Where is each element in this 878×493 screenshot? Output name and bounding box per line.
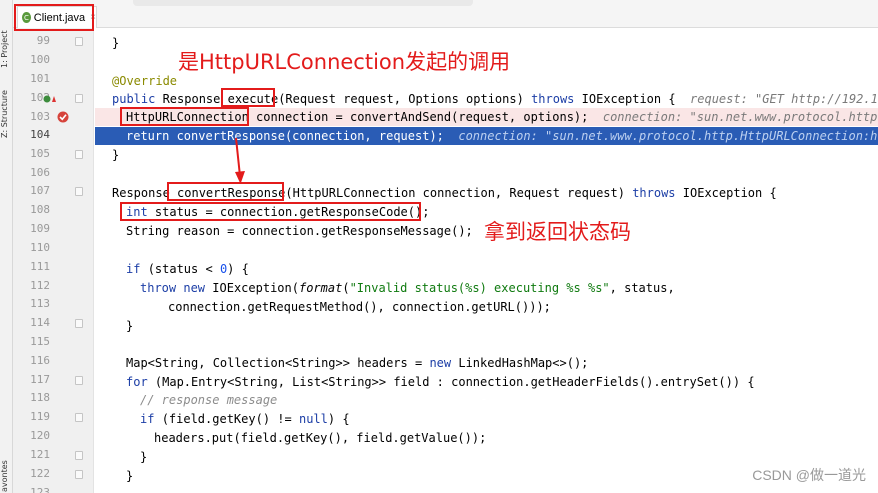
fold-toggle-icon[interactable] (75, 470, 83, 479)
line-number: 106 (30, 166, 50, 179)
annotation-text-top: 是HttpURLConnection发起的调用 (178, 50, 511, 74)
line-number: 122 (30, 467, 50, 480)
fold-toggle-icon[interactable] (75, 319, 83, 328)
line-number: 104 (30, 128, 50, 141)
breakpoint-icon[interactable] (56, 110, 70, 124)
code-line-102: public Response execute(Request request,… (112, 92, 878, 106)
line-number: 105 (30, 147, 50, 160)
line-number: 115 (30, 335, 50, 348)
line-number: 100 (30, 53, 50, 66)
fold-toggle-icon[interactable] (75, 37, 83, 46)
line-number: 121 (30, 448, 50, 461)
tool-window-strip: 1: Project Z: Structure avontes (0, 0, 13, 493)
line-number: 117 (30, 373, 50, 386)
line-number: 120 (30, 429, 50, 442)
code-line-105: } (112, 148, 120, 162)
toolbar-edge (133, 0, 473, 6)
favorites-tool-button[interactable]: avontes (0, 460, 13, 492)
code-line-116: Map<String, Collection<String>> headers … (126, 356, 589, 370)
line-number: 107 (30, 184, 50, 197)
line-number: 111 (30, 260, 50, 273)
line-number: 110 (30, 241, 50, 254)
fold-toggle-icon[interactable] (75, 187, 83, 196)
annotation-box-httpurlconnection (120, 107, 249, 126)
code-line-111: if (status < 0) { (126, 262, 249, 276)
watermark: CSDN @做一道光 (752, 467, 866, 483)
annotation-box-status (120, 202, 421, 221)
code-line-119: if (field.getKey() != null) { (140, 412, 350, 426)
annotation-box-convertresponse (167, 182, 284, 201)
code-line-112: throw new IOException(format("Invalid st… (140, 281, 675, 295)
line-number: 108 (30, 203, 50, 216)
line-number: 101 (30, 72, 50, 85)
annotation-box-tab (14, 4, 94, 31)
fold-toggle-icon[interactable] (75, 150, 83, 159)
line-number: 116 (30, 354, 50, 367)
line-number: 109 (30, 222, 50, 235)
fold-toggle-icon[interactable] (75, 451, 83, 460)
fold-toggle-icon[interactable] (75, 413, 83, 422)
line-number: 114 (30, 316, 50, 329)
annotation-arrow (235, 138, 245, 184)
line-number: 113 (30, 297, 50, 310)
code-line-104: return convertResponse(connection, reque… (95, 127, 878, 145)
code-line-117: for (Map.Entry<String, List<String>> fie… (126, 375, 755, 389)
code-editor[interactable]: } @Override public Response execute(Requ… (95, 28, 878, 493)
line-number: 112 (30, 279, 50, 292)
annotation-box-execute (221, 88, 275, 107)
line-number: 119 (30, 410, 50, 423)
fold-toggle-icon[interactable] (75, 94, 83, 103)
code-line-121: } (140, 450, 148, 464)
project-tool-button[interactable]: 1: Project (0, 16, 13, 68)
structure-tool-button[interactable]: Z: Structure (0, 80, 13, 138)
line-number: 99 (36, 34, 50, 47)
code-line-113: connection.getRequestMethod(), connectio… (168, 300, 551, 314)
line-number: 123 (30, 486, 50, 493)
annotation-text-right: 拿到返回状态码 (484, 220, 631, 244)
line-number: 118 (30, 391, 50, 404)
code-line-114: } (126, 319, 134, 333)
code-line-120: headers.put(field.getKey(), field.getVal… (154, 431, 487, 445)
override-marker-icon[interactable] (43, 94, 57, 104)
fold-toggle-icon[interactable] (75, 376, 83, 385)
editor-tab-bar: C Client.java × (13, 0, 878, 28)
line-number: 103 (30, 110, 50, 123)
code-line-118: // response message (140, 393, 278, 407)
